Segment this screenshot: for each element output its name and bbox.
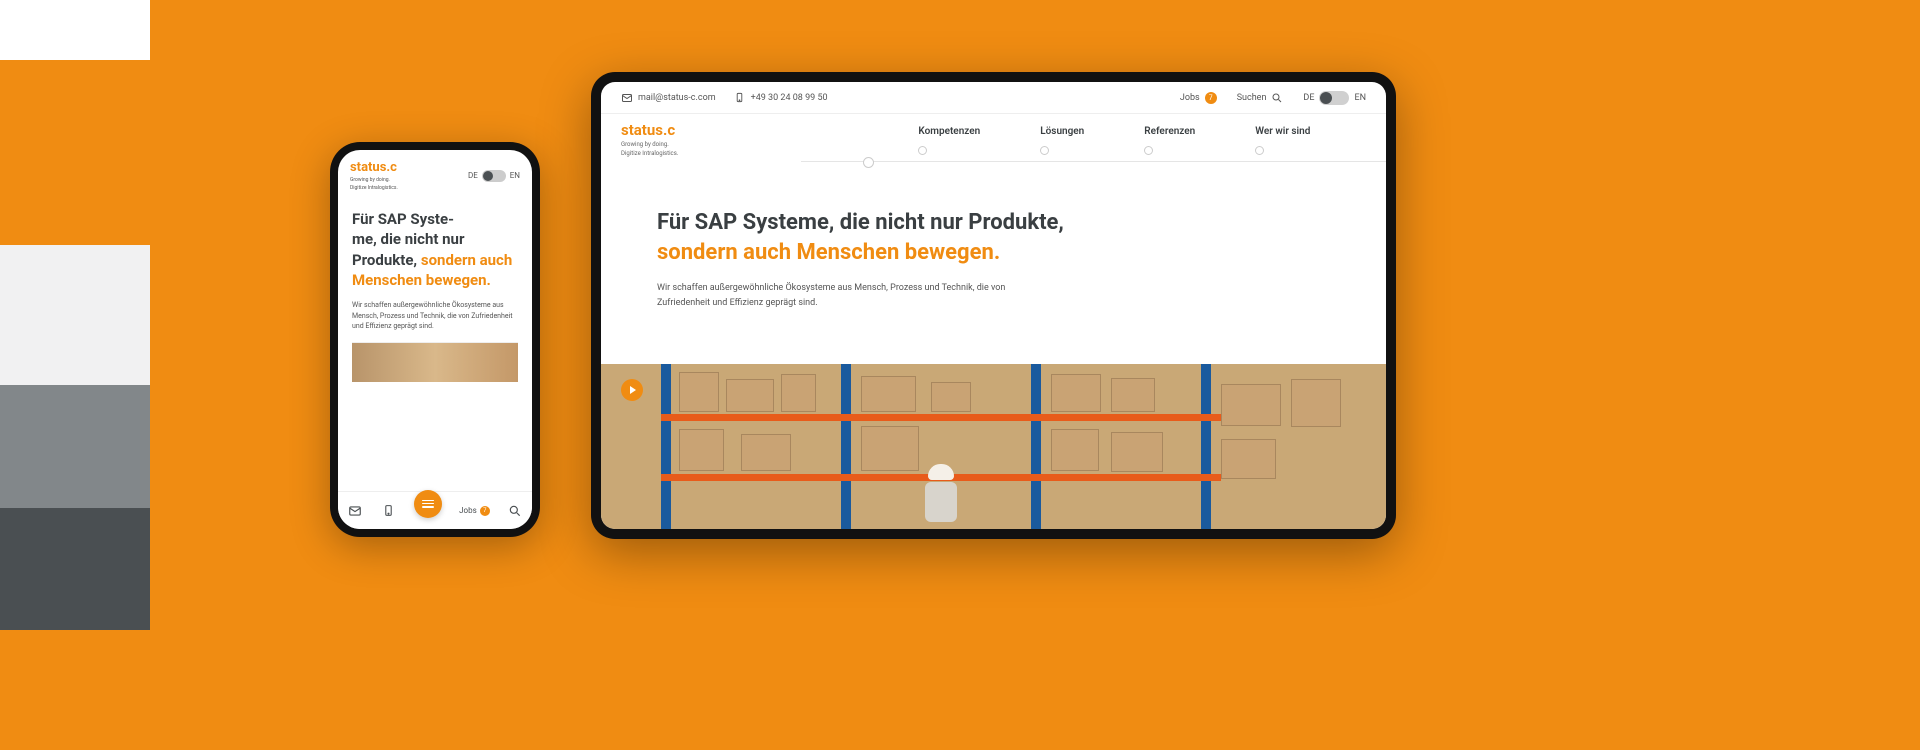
nav-indicator-dot bbox=[1144, 146, 1153, 155]
warehouse-box bbox=[1111, 432, 1163, 472]
warehouse-worker bbox=[921, 464, 961, 529]
phone-text: +49 30 24 08 99 50 bbox=[751, 93, 828, 103]
warehouse-box bbox=[726, 379, 774, 412]
language-toggle[interactable] bbox=[482, 170, 506, 182]
warehouse-box bbox=[1111, 378, 1155, 412]
nav-item-kompetenzen[interactable]: Kompetenzen bbox=[918, 126, 980, 153]
phone-headline: Für SAP Syste-me, die nicht nur Produkte… bbox=[352, 209, 518, 290]
phone-screen: status.c Growing by doing. Digitize Intr… bbox=[338, 150, 532, 529]
mail-icon[interactable] bbox=[347, 503, 363, 519]
search-label: Suchen bbox=[1237, 93, 1267, 103]
tablet-headline: Für SAP Systeme, die nicht nur Produkte,… bbox=[657, 208, 1097, 267]
phone-logo[interactable]: status.c Growing by doing. Digitize Intr… bbox=[350, 160, 398, 191]
hamburger-icon bbox=[422, 500, 434, 508]
tablet-hero-image bbox=[601, 364, 1386, 529]
nav-item-loesungen[interactable]: Lösungen bbox=[1040, 126, 1084, 153]
logo-tagline-2: Digitize Intralogistics. bbox=[350, 185, 398, 191]
search-link[interactable]: Suchen bbox=[1237, 92, 1284, 104]
tablet-lead-text: Wir schaffen außergewöhnliche Ökosysteme… bbox=[657, 281, 1017, 310]
nav-indicator-dot bbox=[1255, 146, 1264, 155]
color-swatch-sidebar bbox=[0, 0, 150, 750]
nav-underline bbox=[801, 161, 1386, 162]
lang-de-label: DE bbox=[468, 171, 478, 180]
nav-items: Kompetenzen Lösungen Referenzen Wer wir … bbox=[918, 126, 1310, 153]
tablet-main-nav: status.c Growing by doing. Digitize Intr… bbox=[601, 114, 1386, 164]
logo-tagline-1: Growing by doing. bbox=[350, 177, 398, 183]
mail-icon bbox=[621, 92, 633, 104]
play-button[interactable] bbox=[621, 379, 643, 401]
tablet-screen: mail@status-c.com +49 30 24 08 99 50 Job… bbox=[601, 82, 1386, 529]
jobs-link[interactable]: Jobs 7 bbox=[1180, 92, 1217, 104]
topbar-left: mail@status-c.com +49 30 24 08 99 50 bbox=[621, 92, 828, 104]
logo-text: status.c bbox=[621, 121, 678, 139]
tablet-device-frame: mail@status-c.com +49 30 24 08 99 50 Job… bbox=[591, 72, 1396, 539]
warehouse-box bbox=[1221, 439, 1276, 479]
warehouse-beam bbox=[661, 414, 1221, 421]
warehouse-box bbox=[1051, 374, 1101, 412]
swatch-white bbox=[0, 0, 150, 60]
lang-de-label: DE bbox=[1303, 93, 1314, 103]
phone-header: status.c Growing by doing. Digitize Intr… bbox=[338, 150, 532, 195]
warehouse-box bbox=[931, 382, 971, 412]
nav-item-referenzen[interactable]: Referenzen bbox=[1144, 126, 1195, 153]
lang-en-label: EN bbox=[510, 171, 520, 180]
warehouse-shelf bbox=[841, 364, 851, 529]
nav-indicator-dot bbox=[1040, 146, 1049, 155]
jobs-count-badge: 7 bbox=[1205, 92, 1217, 104]
logo-tagline-1: Growing by doing. bbox=[621, 141, 678, 148]
warehouse-box bbox=[741, 434, 791, 471]
jobs-link[interactable]: Jobs 7 bbox=[459, 506, 490, 516]
language-switch[interactable]: DE EN bbox=[1303, 91, 1366, 105]
warehouse-shelf bbox=[1201, 364, 1211, 529]
search-icon bbox=[1271, 92, 1283, 104]
warehouse-shelf bbox=[661, 364, 671, 529]
warehouse-box bbox=[679, 372, 719, 412]
swatch-mid-grey bbox=[0, 385, 150, 508]
swatch-orange bbox=[0, 60, 150, 245]
jobs-count-badge: 7 bbox=[480, 506, 490, 516]
nav-indicator-dot bbox=[918, 146, 927, 155]
phone-hero: Für SAP Syste-me, die nicht nur Produkte… bbox=[338, 195, 532, 529]
worker-body bbox=[925, 482, 957, 522]
phone-language-switch[interactable]: DE EN bbox=[468, 170, 520, 182]
jobs-label: Jobs bbox=[459, 506, 477, 515]
swatch-dark-grey bbox=[0, 508, 150, 630]
search-icon[interactable] bbox=[507, 503, 523, 519]
jobs-label: Jobs bbox=[1180, 93, 1200, 103]
warehouse-box bbox=[861, 376, 916, 412]
phone-bottom-nav: Jobs 7 bbox=[338, 491, 532, 529]
warehouse-box bbox=[861, 426, 919, 471]
logo-tagline-2: Digitize Intralogistics. bbox=[621, 150, 678, 157]
phone-lead-text: Wir schaffen außergewöhnliche Ökosysteme… bbox=[352, 300, 518, 332]
phone-icon bbox=[734, 92, 746, 104]
warehouse-shelf bbox=[1031, 364, 1041, 529]
topbar-right: Jobs 7 Suchen DE EN bbox=[1180, 91, 1366, 105]
swatch-light-grey bbox=[0, 245, 150, 385]
tablet-logo[interactable]: status.c Growing by doing. Digitize Intr… bbox=[621, 121, 678, 157]
tablet-hero: Für SAP Systeme, die nicht nur Produkte,… bbox=[601, 164, 1386, 310]
logo-text: status.c bbox=[350, 160, 398, 175]
hardhat-icon bbox=[928, 464, 954, 480]
headline-dark-part: Für SAP Systeme, die nicht nur Produkte, bbox=[657, 210, 1064, 235]
nav-item-wer-wir-sind[interactable]: Wer wir sind bbox=[1255, 126, 1310, 153]
phone-device-frame: status.c Growing by doing. Digitize Intr… bbox=[330, 142, 540, 537]
email-text: mail@status-c.com bbox=[638, 93, 716, 103]
swatch-orange-2 bbox=[0, 630, 150, 750]
lang-en-label: EN bbox=[1354, 93, 1366, 103]
warehouse-box bbox=[781, 374, 816, 412]
topbar-phone[interactable]: +49 30 24 08 99 50 bbox=[734, 92, 828, 104]
warehouse-box bbox=[1051, 429, 1099, 471]
headline-orange-part: sondern auch Menschen bewegen. bbox=[657, 240, 1000, 265]
warehouse-box bbox=[679, 429, 724, 471]
phone-hero-image bbox=[352, 342, 518, 382]
topbar-email[interactable]: mail@status-c.com bbox=[621, 92, 716, 104]
language-toggle[interactable] bbox=[1319, 91, 1349, 105]
warehouse-box bbox=[1221, 384, 1281, 426]
warehouse-box bbox=[1291, 379, 1341, 427]
phone-icon[interactable] bbox=[380, 503, 396, 519]
tablet-topbar: mail@status-c.com +49 30 24 08 99 50 Job… bbox=[601, 82, 1386, 114]
menu-fab-button[interactable] bbox=[414, 490, 442, 518]
